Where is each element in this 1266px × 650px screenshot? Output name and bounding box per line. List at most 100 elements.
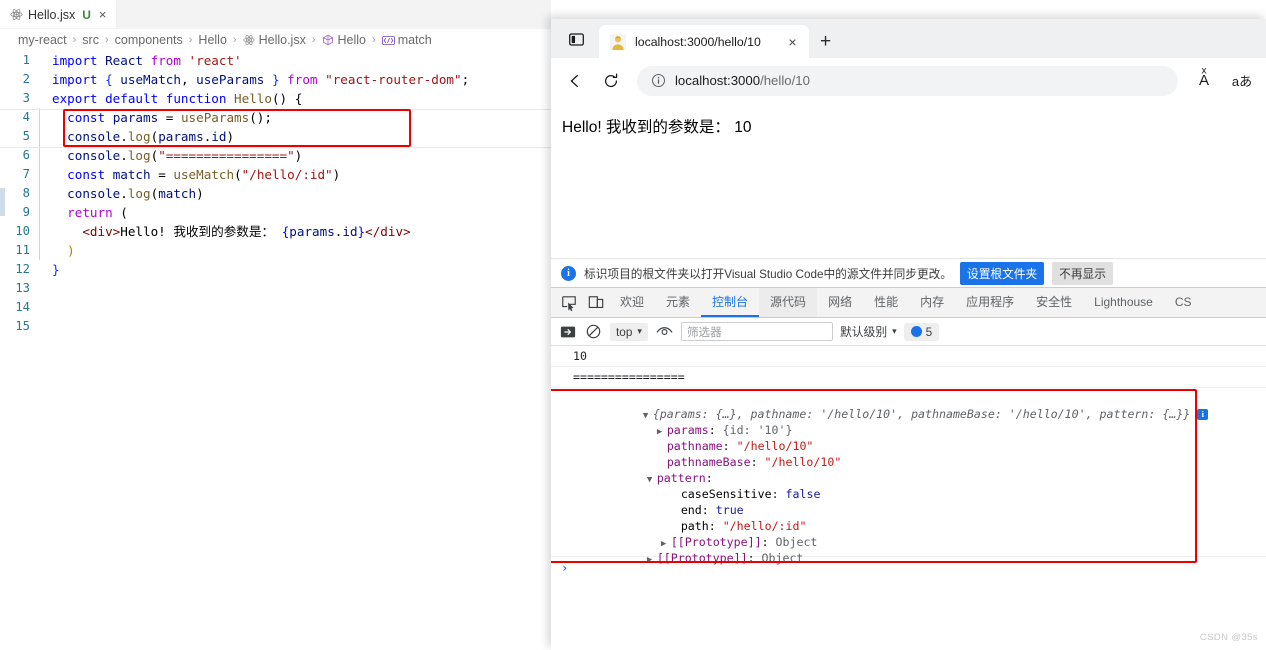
web-page-viewport: Hello! 我收到的参数是： 10 <box>551 103 1266 258</box>
console-filter-input[interactable]: 筛选器 <box>680 322 833 341</box>
devtools-tab-memory[interactable]: 内存 <box>909 288 955 317</box>
property-key: path <box>680 519 709 533</box>
person-avatar-favicon <box>610 33 626 50</box>
console-message-count[interactable]: 5 <box>903 322 940 341</box>
breadcrumb-item-match-symbol[interactable]: match <box>381 33 432 47</box>
property-sep: : <box>750 455 765 469</box>
device-toolbar-icon[interactable] <box>582 288 609 317</box>
breadcrumb-separator: › <box>104 34 109 46</box>
info-circle-icon[interactable] <box>651 73 666 88</box>
back-arrow-icon[interactable] <box>559 65 591 97</box>
line-number: 5 <box>22 129 30 143</box>
tab-actions-icon[interactable] <box>559 22 593 56</box>
console-message-text: ================ <box>573 370 685 384</box>
breadcrumb-item-components[interactable]: components <box>115 33 183 47</box>
line-number: 7 <box>22 167 30 181</box>
devtools-tab-lighthouse[interactable]: Lighthouse <box>1083 288 1164 317</box>
devtools-tab-security[interactable]: 安全性 <box>1025 288 1083 317</box>
property-key: pathnameBase <box>666 455 751 469</box>
watermark: CSDN @35s <box>1199 632 1258 643</box>
line-number: 14 <box>15 300 30 314</box>
breadcrumb-item-hello-jsx[interactable]: Hello.jsx <box>243 33 306 47</box>
console-level-select[interactable]: 默认级别 ▾ <box>840 323 897 340</box>
code-line: 8 console.log(match) <box>0 184 551 203</box>
breadcrumb-separator: › <box>72 34 77 46</box>
console-output[interactable]: 10 ================ ▼ {params: {…}, pathn… <box>551 346 1266 576</box>
url-host: localhost:3000 <box>675 73 761 88</box>
devtools-tab-network[interactable]: 网络 <box>817 288 863 317</box>
line-number: 1 <box>22 53 30 67</box>
property-key: pathname <box>666 439 723 453</box>
dont-show-again-button[interactable]: 不再显示 <box>1052 261 1113 285</box>
property-key: [[Prototype]] <box>656 551 748 565</box>
property-value: Object <box>761 551 804 565</box>
line-content: } <box>52 262 60 277</box>
property-key: [[Prototype]] <box>670 535 762 549</box>
no-entry-icon[interactable] <box>584 322 603 341</box>
code-line: 14 <box>0 298 551 317</box>
property-key: caseSensitive <box>680 487 772 501</box>
line-number: 15 <box>15 319 30 333</box>
close-icon[interactable]: × <box>99 8 107 21</box>
breadcrumb: my-react › src › components › Hello › He… <box>0 29 551 51</box>
devtools-tab-css-overview[interactable]: CS <box>1164 288 1203 317</box>
property-value: true <box>715 503 744 517</box>
devtools-tab-console[interactable]: 控制台 <box>701 288 760 317</box>
devtools-tab-performance[interactable]: 性能 <box>863 288 909 317</box>
chevron-down-icon: ▾ <box>892 326 897 336</box>
object-header[interactable]: ▼ {params: {…}, pathname: '/hello/10', pa… <box>573 390 1266 421</box>
console-filter-placeholder: 筛选器 <box>686 325 722 339</box>
symbol-function-icon <box>322 34 335 47</box>
url-path: /hello/10 <box>760 73 810 88</box>
browser-tab-bar: localhost:3000/hello/10 × + <box>551 19 1266 58</box>
console-message[interactable]: 10 <box>551 346 1266 367</box>
breadcrumb-item-hello-symbol[interactable]: Hello <box>322 33 366 47</box>
console-message-object[interactable]: ▼ {params: {…}, pathname: '/hello/10', pa… <box>551 388 1266 565</box>
console-message[interactable]: ================ <box>551 367 1266 388</box>
devtools-tab-application[interactable]: 应用程序 <box>955 288 1025 317</box>
infobar-message: 标识项目的根文件夹以打开Visual Studio Code中的源文件并同步更改… <box>584 267 953 281</box>
reload-icon[interactable] <box>595 65 627 97</box>
line-content: export default function Hello() { <box>52 91 303 106</box>
line-content: const params = useParams(); <box>39 108 551 127</box>
property-key: end <box>680 503 702 517</box>
address-bar-text: localhost:3000/hello/10 <box>675 73 810 88</box>
breadcrumb-item-src[interactable]: src <box>82 33 99 47</box>
chevron-down-icon: ▾ <box>637 326 642 336</box>
set-root-folder-button[interactable]: 设置根文件夹 <box>960 261 1045 285</box>
property-value: "/hello/:id" <box>722 519 807 533</box>
inspect-element-icon[interactable] <box>555 288 582 317</box>
console-context-value: top <box>616 324 633 339</box>
property-key: pattern <box>656 471 706 485</box>
devtools-tab-welcome[interactable]: 欢迎 <box>609 288 655 317</box>
editor-tab-hello-jsx[interactable]: Hello.jsx U × <box>0 0 117 28</box>
property-value: Object <box>775 535 818 549</box>
address-bar[interactable]: localhost:3000/hello/10 <box>637 65 1178 96</box>
breadcrumb-separator: › <box>188 34 193 46</box>
property-sep: : <box>701 503 716 517</box>
read-aloud-icon[interactable]: Aͯ <box>1188 65 1220 97</box>
close-icon[interactable]: × <box>784 34 801 50</box>
vscode-sync-infobar: i 标识项目的根文件夹以打开Visual Studio Code中的源文件并同步… <box>551 258 1266 287</box>
clear-console-icon[interactable] <box>558 322 577 341</box>
new-tab-button[interactable]: + <box>820 32 831 51</box>
live-expression-icon[interactable] <box>655 322 674 341</box>
devtools-tab-sources[interactable]: 源代码 <box>759 288 818 317</box>
line-content: const match = useMatch("/hello/:id") <box>39 165 551 184</box>
code-editor[interactable]: 1 import React from 'react' 2 import { u… <box>0 51 551 336</box>
devtools-tab-elements[interactable]: 元素 <box>655 288 701 317</box>
browser-toolbar: localhost:3000/hello/10 Aͯ aあ <box>551 58 1266 103</box>
console-context-select[interactable]: top ▾ <box>610 322 648 341</box>
console-prompt-caret: › <box>561 561 569 575</box>
object-preview-text: {params: {…}, pathname: '/hello/10', pat… <box>652 407 1191 421</box>
code-line: 9 return ( <box>0 203 551 222</box>
translate-icon[interactable]: aあ <box>1226 65 1258 97</box>
breadcrumb-item-hello-folder[interactable]: Hello <box>198 33 227 47</box>
info-badge-icon[interactable]: i <box>1197 409 1209 420</box>
breadcrumb-item-my-react[interactable]: my-react <box>18 33 67 47</box>
expand-triangle-icon[interactable]: ▶ <box>647 552 657 568</box>
line-number: 3 <box>22 91 30 105</box>
property-sep: : <box>708 519 723 533</box>
browser-tab[interactable]: localhost:3000/hello/10 × <box>599 25 809 58</box>
editor-scroll-indicator[interactable] <box>0 188 5 216</box>
